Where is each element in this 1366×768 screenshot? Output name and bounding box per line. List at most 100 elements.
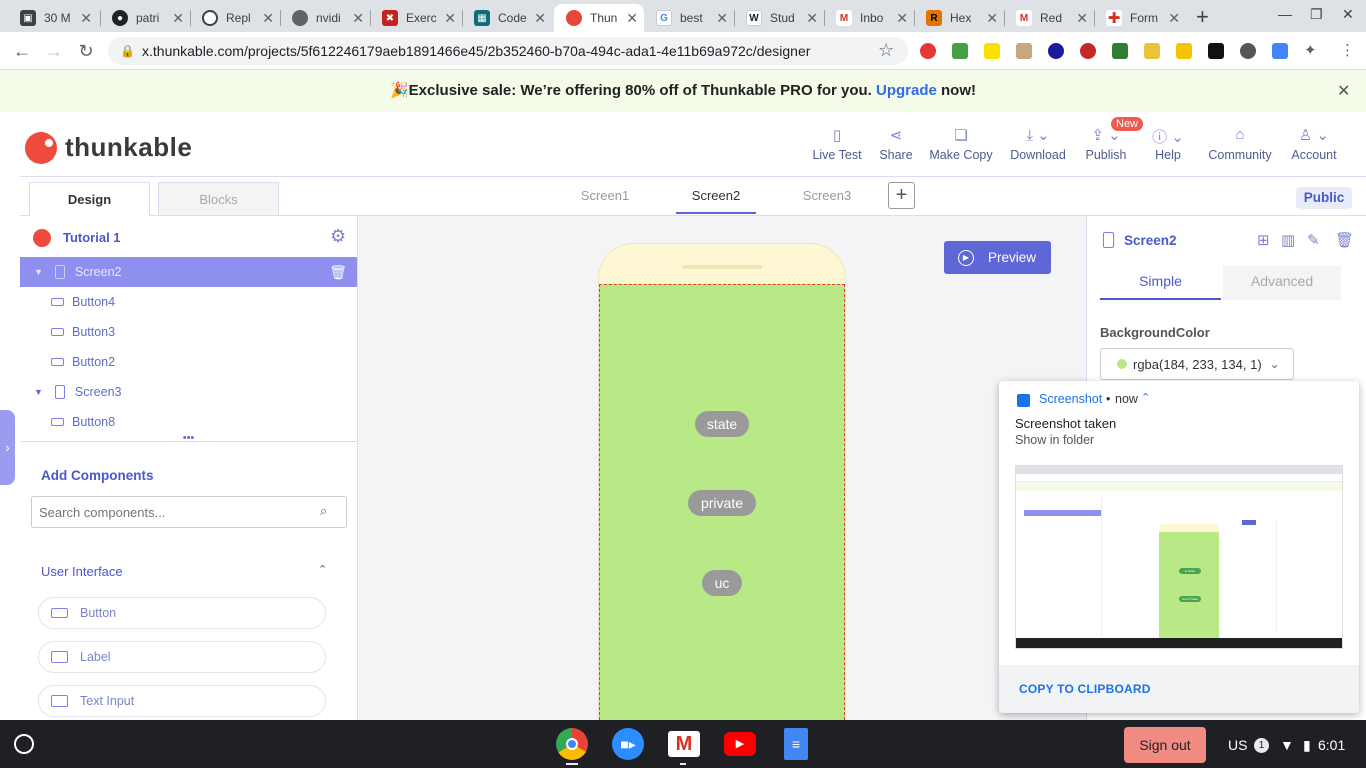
copy-to-clipboard-button[interactable]: COPY TO CLIPBOARD xyxy=(1019,682,1151,696)
lock-icon[interactable]: 🔒 xyxy=(120,44,135,58)
extension-icon[interactable] xyxy=(1048,43,1064,59)
sign-out-button[interactable]: Sign out xyxy=(1124,727,1206,763)
tab-screen1[interactable]: Screen1 xyxy=(566,188,644,203)
browser-tab[interactable]: M Inbo ✕ xyxy=(824,4,914,32)
browser-tab[interactable]: ▦ Code ✕ xyxy=(462,4,552,32)
restore-icon[interactable]: ❐ xyxy=(1310,6,1323,23)
tree-item-screen3[interactable]: ▼ Screen3 xyxy=(20,377,357,407)
translate-icon[interactable] xyxy=(1272,43,1288,59)
preview-button[interactable]: ▶ Preview xyxy=(944,241,1051,274)
close-banner-icon[interactable]: ✕ xyxy=(1337,81,1350,101)
extension-icon[interactable] xyxy=(1080,43,1096,59)
bookmark-star-icon[interactable]: ☆ xyxy=(878,40,894,61)
chevron-up-icon[interactable]: ⌃ xyxy=(1141,391,1150,404)
user-interface-category[interactable]: User Interface xyxy=(41,564,123,579)
close-icon[interactable]: ✕ xyxy=(716,10,728,27)
close-icon[interactable]: ✕ xyxy=(352,10,364,27)
browser-tab[interactable]: M Red ✕ xyxy=(1004,4,1094,32)
edit-icon[interactable]: ✎ xyxy=(1307,231,1320,249)
caret-down-icon[interactable]: ▼ xyxy=(34,267,43,277)
chevron-up-icon[interactable]: ⌃ xyxy=(318,563,327,576)
project-name[interactable]: Tutorial 1 xyxy=(63,230,121,245)
close-icon[interactable]: ✕ xyxy=(80,10,92,27)
component-button[interactable]: Button xyxy=(38,597,326,629)
tree-item-button2[interactable]: Button2 xyxy=(20,347,357,377)
extension-icon[interactable] xyxy=(984,43,1000,59)
close-icon[interactable]: ✕ xyxy=(896,10,908,27)
menu-dots-icon[interactable]: ⋮ xyxy=(1340,41,1355,59)
extension-icon[interactable] xyxy=(1112,43,1128,59)
close-icon[interactable]: ✕ xyxy=(626,10,638,27)
layout-icon[interactable]: ▥ xyxy=(1281,231,1295,249)
close-window-icon[interactable]: ✕ xyxy=(1342,6,1354,23)
browser-tab[interactable]: G best ✕ xyxy=(644,4,734,32)
extension-icon[interactable] xyxy=(1016,43,1032,59)
launcher-icon[interactable] xyxy=(14,734,34,754)
ime-indicator[interactable]: US xyxy=(1228,737,1247,753)
screenshot-notification[interactable]: Screenshot • now ⌃ Screenshot taken Show… xyxy=(999,381,1359,713)
settings-gear-icon[interactable]: ⚙ xyxy=(330,226,346,247)
browser-tab[interactable]: ✖ Exerc ✕ xyxy=(370,4,462,32)
canvas-button-private[interactable]: private xyxy=(688,490,756,516)
reload-icon[interactable]: ↻ xyxy=(74,40,98,62)
close-icon[interactable]: ✕ xyxy=(534,10,546,27)
tab-blocks[interactable]: Blocks xyxy=(158,182,279,216)
adblock-icon[interactable] xyxy=(920,43,936,59)
tab-screen3[interactable]: Screen3 xyxy=(788,188,866,203)
background-color-picker[interactable]: rgba(184, 233, 134, 1) ⌄ xyxy=(1100,348,1294,380)
close-icon[interactable]: ✕ xyxy=(986,10,998,27)
browser-tab[interactable]: ▣ 30 M ✕ xyxy=(8,4,98,32)
tab-screen2[interactable]: Screen2 xyxy=(676,188,756,203)
canvas-button-state[interactable]: state xyxy=(695,411,749,437)
community-button[interactable]: ⌂ Community xyxy=(1204,126,1276,162)
tree-item-screen2[interactable]: ▼ Screen2 🗑 xyxy=(20,257,357,287)
extension-icon[interactable] xyxy=(1176,43,1192,59)
browser-tab[interactable]: W Stud ✕ xyxy=(734,4,824,32)
canvas-button-uc[interactable]: uc xyxy=(702,570,742,596)
extension-icon[interactable] xyxy=(952,43,968,59)
search-icon[interactable]: ⌕ xyxy=(320,503,327,519)
docs-icon[interactable]: ≡ xyxy=(784,728,808,760)
browser-tab-active[interactable]: Thun ✕ xyxy=(554,4,644,32)
logo-text[interactable]: thunkable xyxy=(65,132,192,163)
forward-icon[interactable]: → xyxy=(42,40,66,62)
close-icon[interactable]: ✕ xyxy=(444,10,456,27)
component-label[interactable]: Label xyxy=(38,641,326,673)
live-test-button[interactable]: ▯ Live Test xyxy=(810,126,864,162)
tree-item-button4[interactable]: Button4 xyxy=(20,287,357,317)
tab-simple[interactable]: Simple xyxy=(1100,266,1221,300)
new-tab-button[interactable]: + xyxy=(1196,4,1209,30)
close-icon[interactable]: ✕ xyxy=(1168,10,1180,27)
extension-icon[interactable] xyxy=(1240,43,1256,59)
back-icon[interactable]: ← xyxy=(10,40,34,62)
gmail-icon[interactable]: M xyxy=(668,731,700,757)
add-screen-button[interactable]: + xyxy=(888,182,915,209)
clock-time[interactable]: 6:01 xyxy=(1318,737,1345,753)
close-icon[interactable]: ✕ xyxy=(172,10,184,27)
url-text[interactable]: x.thunkable.com/projects/5f612246179aeb1… xyxy=(142,43,810,59)
public-badge[interactable]: Public xyxy=(1296,187,1352,209)
tree-item-button3[interactable]: Button3 xyxy=(20,317,357,347)
download-button[interactable]: ⤓ ⌄ Download xyxy=(1006,126,1070,162)
battery-icon[interactable]: ▮ xyxy=(1303,737,1311,754)
browser-tab[interactable]: Repl ✕ xyxy=(190,4,280,32)
tab-design[interactable]: Design xyxy=(29,182,150,216)
puzzle-icon[interactable]: ✦ xyxy=(1304,41,1317,59)
upgrade-link[interactable]: Upgrade xyxy=(876,82,937,99)
extension-icon[interactable] xyxy=(1208,43,1224,59)
wifi-icon[interactable]: ▼ xyxy=(1280,737,1294,753)
close-icon[interactable]: ✕ xyxy=(806,10,818,27)
trash-icon[interactable]: 🗑 xyxy=(329,264,347,281)
minimize-icon[interactable]: — xyxy=(1278,6,1292,22)
screenshot-thumbnail[interactable]: In State Out of State xyxy=(1015,465,1343,649)
delete-icon[interactable]: 🗑 xyxy=(1335,231,1354,249)
browser-tab[interactable]: nvidi ✕ xyxy=(280,4,370,32)
make-copy-button[interactable]: ❏ Make Copy xyxy=(928,126,994,162)
close-icon[interactable]: ✕ xyxy=(1076,10,1088,27)
resize-handle[interactable]: ••• xyxy=(20,433,357,444)
search-components-input[interactable] xyxy=(39,501,299,523)
browser-tab[interactable]: ● patri ✕ xyxy=(100,4,190,32)
caret-down-icon[interactable]: ▼ xyxy=(34,387,43,397)
publish-button[interactable]: ⇪ ⌄ Publish xyxy=(1082,126,1130,162)
youtube-icon[interactable]: ▶ xyxy=(724,732,756,756)
